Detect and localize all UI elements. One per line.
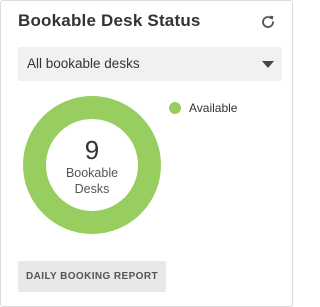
legend-swatch-available bbox=[169, 102, 181, 114]
desk-status-donut-chart bbox=[23, 96, 161, 234]
bookable-desk-status-widget: Bookable Desk Status All bookable desks … bbox=[0, 0, 293, 307]
widget-title: Bookable Desk Status bbox=[18, 11, 201, 30]
desk-filter-select[interactable]: All bookable desks bbox=[18, 47, 282, 81]
donut-slice-available bbox=[23, 96, 161, 234]
chart-legend: Available bbox=[169, 101, 237, 115]
desk-filter-value: All bookable desks bbox=[27, 56, 140, 71]
daily-booking-report-button[interactable]: DAILY BOOKING REPORT bbox=[18, 261, 166, 292]
refresh-icon[interactable] bbox=[260, 14, 276, 30]
caret-down-icon bbox=[262, 61, 274, 68]
legend-label-available: Available bbox=[189, 101, 238, 115]
